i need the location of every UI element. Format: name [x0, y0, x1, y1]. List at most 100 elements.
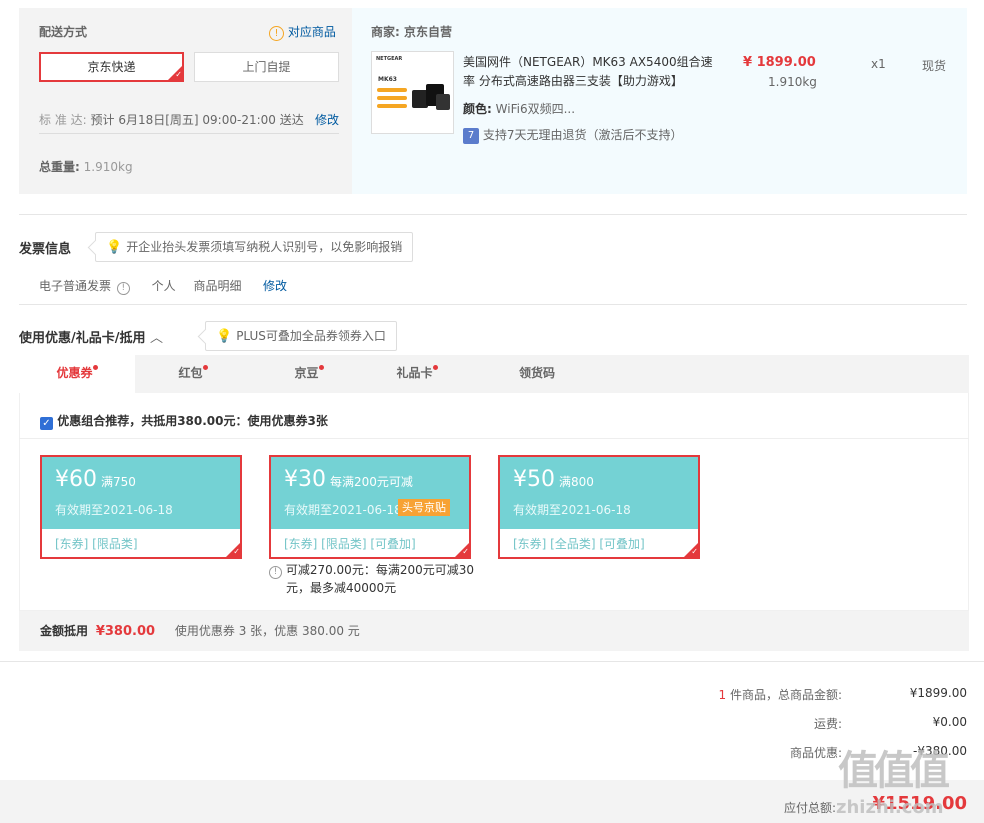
coupon-badge: 头号京贴 [398, 499, 450, 516]
match-product-link[interactable]: ! 对应商品 [269, 23, 336, 41]
invoice-content: 商品明细 [193, 279, 242, 293]
coupon-note-line: 元，最多减40000元 [286, 581, 397, 595]
tab-redpacket[interactable]: 红包 [135, 355, 251, 393]
plus-tip[interactable]: 💡 PLUS可叠加全品券领券入口 [205, 321, 397, 351]
coupon-card[interactable]: ¥60 满750 有效期至2021-06-18 [东券] [限品类] [40, 455, 242, 559]
sum-label: 金额抵用 [40, 624, 89, 638]
divider [19, 438, 969, 439]
product-image-strip [377, 104, 407, 108]
merchant-row: 商家: 京东自营 [371, 23, 452, 40]
product-image-model: MK63 [378, 76, 397, 83]
selected-check-icon [168, 66, 182, 80]
combo-recommend[interactable]: ✓ 优惠组合推荐，共抵用380.00元：使用优惠券3张 [40, 412, 328, 430]
delivery-modify-link[interactable]: 修改 [315, 111, 339, 128]
color-label: 颜色: [463, 102, 492, 116]
coupon-amount-value: ¥30 [284, 467, 326, 492]
divider [0, 661, 984, 662]
option-jd-express[interactable]: 京东快递 [39, 52, 184, 82]
tab-giftcard[interactable]: 礼品卡 [359, 355, 475, 393]
coupon-condition: 满750 [101, 475, 136, 489]
standard-value: 预计 6月18日[周五] 09:00-21:00 送达 [90, 113, 304, 127]
coupon-amount: ¥30 每满200元可减 [284, 467, 413, 492]
tab-coupon-label: 优惠券 [56, 366, 93, 380]
sum-value: ¥380.00 [95, 624, 156, 639]
discount-title[interactable]: 使用优惠/礼品卡/抵用 ︿ [19, 327, 163, 346]
watermark-logo: 值值值 [838, 748, 950, 794]
invoice-tip: 💡 开企业抬头发票须填写纳税人识别号，以免影响报销 [95, 232, 414, 262]
invoice-details: 电子普通发票 ! 个人 商品明细 [39, 277, 242, 295]
selected-check-icon [226, 543, 240, 557]
standard-label: 标 准 达: [39, 113, 87, 127]
coupon-card[interactable]: ¥50 满800 有效期至2021-06-18 [东券] [全品类] [可叠加] [498, 455, 700, 559]
goods-count-text: 件商品，总商品金额: [729, 688, 842, 702]
lightbulb-icon: 💡 [106, 240, 123, 255]
coupon-condition: 每满200元可减 [330, 475, 413, 489]
invoice-modify-link[interactable]: 修改 [263, 277, 287, 294]
option-jd-express-label: 京东快递 [87, 60, 136, 74]
coupon-expiry: 有效期至2021-06-18 [284, 503, 402, 517]
coupon-card[interactable]: ¥30 每满200元可减 有效期至2021-06-18 头号京贴 [东券] [限品… [269, 455, 471, 559]
return-policy-text: 支持7天无理由退货（激活后不支持） [482, 128, 683, 142]
standard-delivery-row: 标 准 达: 预计 6月18日[周五] 09:00-21:00 送达 [39, 111, 304, 128]
match-product-label: 对应商品 [287, 25, 336, 39]
option-self-pickup-label: 上门自提 [242, 60, 291, 74]
tab-coupon[interactable]: 优惠券 [19, 355, 135, 393]
product-weight: 1.910kg [768, 75, 817, 89]
discount-title-text: 使用优惠/礼品卡/抵用 [19, 331, 146, 346]
tab-redpacket-label: 红包 [178, 366, 203, 380]
coupon-note: ! 可减270.00元：每满200元可减30 元，最多减40000元 [269, 561, 474, 597]
product-image-strip [377, 96, 407, 100]
product-title-line: 美国网件（NETGEAR）MK63 AX5400组合速 [463, 55, 713, 69]
info-icon[interactable]: ! [116, 282, 130, 295]
router-unit [436, 94, 450, 110]
divider [19, 304, 967, 305]
coupon-face: ¥60 满750 有效期至2021-06-18 [42, 457, 240, 529]
payable-label: 应付总额: [783, 801, 836, 815]
divider [39, 133, 339, 134]
coupon-tags: [东券] [全品类] [可叠加] [513, 537, 645, 551]
combo-text: 优惠组合推荐，共抵用380.00元：使用优惠券3张 [57, 414, 328, 428]
warning-icon: ! [269, 26, 284, 41]
goods-total: ¥1899.00 [909, 686, 967, 700]
coupon-amount-value: ¥50 [513, 467, 555, 492]
tab-jingdou-label: 京豆 [294, 366, 319, 380]
option-self-pickup[interactable]: 上门自提 [194, 52, 339, 82]
delivery-title: 配送方式 [39, 25, 88, 39]
selected-check-icon [455, 543, 469, 557]
lightbulb-icon: 💡 [216, 329, 233, 344]
sum-desc: 使用优惠券 3 张，优惠 380.00 元 [174, 624, 360, 638]
product-qty: x1 [871, 57, 886, 71]
coupon-amount: ¥60 满750 [55, 467, 136, 492]
invoice-title: 发票信息 [19, 242, 72, 257]
tab-giftcard-label: 礼品卡 [396, 366, 433, 380]
tab-pickup-code-label: 领货码 [518, 366, 555, 380]
product-title[interactable]: 美国网件（NETGEAR）MK63 AX5400组合速 率 分布式高速路由器三支… [463, 53, 713, 91]
goods-count-row: 1 件商品，总商品金额: [718, 686, 842, 703]
product-title-line: 率 分布式高速路由器三支装【助力游戏】 [463, 74, 683, 88]
weight-row: 总重量: 1.910kg [39, 158, 133, 175]
tab-jingdou[interactable]: 京豆 [251, 355, 367, 393]
red-dot [318, 365, 324, 370]
divider [19, 214, 967, 215]
red-dot [202, 365, 208, 370]
shop-panel: 商家: 京东自营 NETGEAR MK63 美国网件（NETGEAR）MK63 … [352, 8, 967, 194]
return-policy: 7 支持7天无理由退货（激活后不支持） [463, 126, 682, 144]
coupon-tags: [东券] [限品类] [可叠加] [284, 537, 416, 551]
checkbox-checked-icon[interactable]: ✓ [40, 417, 53, 430]
coupon-amount-value: ¥60 [55, 467, 97, 492]
discount-tabs: 优惠券 红包 京豆 礼品卡 领货码 [19, 355, 969, 393]
invoice-type: 电子普通发票 [39, 279, 112, 293]
discount-label: 商品优惠: [789, 746, 842, 760]
product-image[interactable]: NETGEAR MK63 [371, 51, 454, 134]
goods-count: 1 [718, 688, 727, 702]
invoice-who: 个人 [151, 279, 176, 293]
coupon-face: ¥30 每满200元可减 有效期至2021-06-18 头号京贴 [271, 457, 469, 529]
product-image-strip [377, 88, 407, 92]
tab-pickup-code[interactable]: 领货码 [479, 355, 595, 393]
coupon-expiry: 有效期至2021-06-18 [55, 503, 173, 517]
weight-value: 1.910kg [83, 160, 133, 174]
coupon-amount: ¥50 满800 [513, 467, 594, 492]
merchant-label: 商家: [371, 25, 400, 39]
coupon-face: ¥50 满800 有效期至2021-06-18 [500, 457, 698, 529]
color-value: WiFi6双频四... [495, 102, 576, 116]
